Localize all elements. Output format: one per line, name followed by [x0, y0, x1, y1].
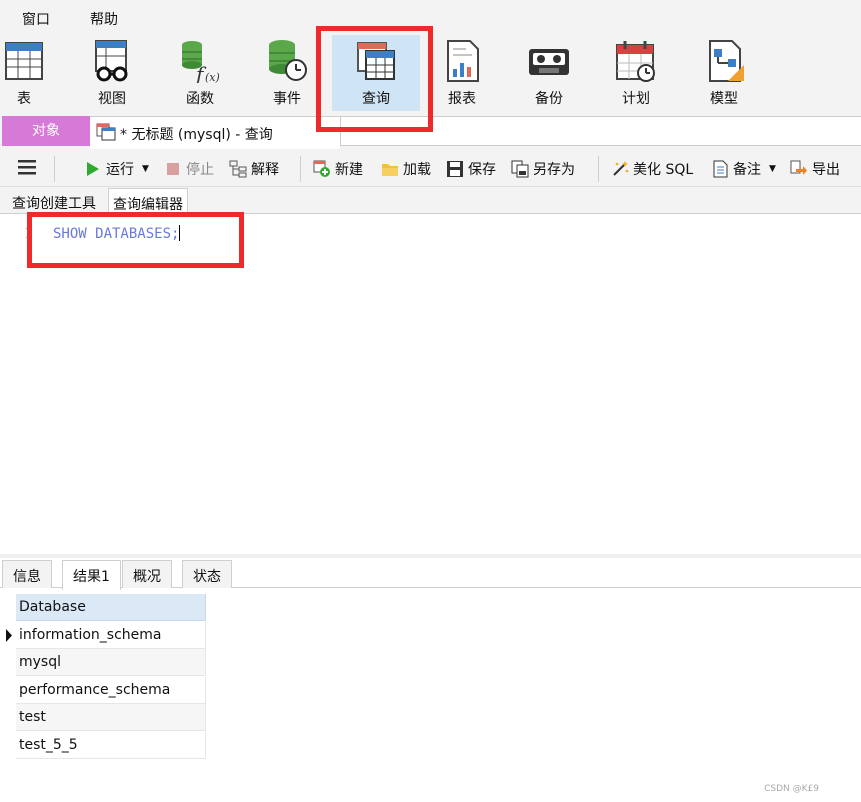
ribbon-label: 模型: [710, 91, 738, 107]
play-icon: [87, 162, 99, 176]
tab-query-builder[interactable]: 查询创建工具: [8, 188, 100, 214]
row-pointer-icon: [6, 629, 12, 642]
annotation-highlight-query: [316, 26, 433, 132]
table-row[interactable]: test_5_5: [4, 732, 206, 759]
save-as-icon: [511, 160, 529, 178]
chevron-down-icon[interactable]: ▼: [769, 164, 776, 174]
load-button[interactable]: 加载: [381, 159, 431, 179]
table-row[interactable]: performance_schema: [4, 677, 206, 704]
model-icon: [709, 40, 744, 82]
ribbon-schedule-button[interactable]: 计划: [596, 33, 676, 111]
query-toolbar: 运行 ▼ 停止 解释 新建 加载 保存 另存为 美化 SQL 备注 ▼ 导出: [0, 149, 861, 187]
annotation-highlight-sql: [27, 212, 244, 268]
report-icon: [447, 40, 479, 82]
table-cell[interactable]: information_schema: [16, 622, 206, 649]
save-as-button[interactable]: 另存为: [511, 159, 575, 179]
ribbon-label: 备份: [535, 91, 563, 107]
current-row-marker: [4, 622, 16, 649]
toolbar-separator: [598, 156, 599, 182]
event-icon: [269, 40, 307, 81]
schedule-icon: [616, 41, 655, 82]
table-cell[interactable]: performance_schema: [16, 677, 206, 704]
svg-text:(x): (x): [205, 71, 220, 83]
table-row[interactable]: information_schema: [4, 622, 206, 649]
ribbon-model-button[interactable]: 模型: [684, 33, 764, 111]
menu-window[interactable]: 窗口: [22, 9, 50, 29]
table-row[interactable]: mysql: [4, 649, 206, 676]
ribbon-label: 计划: [622, 91, 650, 107]
note-icon: [713, 160, 728, 178]
magic-wand-icon: [613, 161, 629, 176]
table-icon: [5, 42, 43, 80]
stop-button[interactable]: 停止: [164, 159, 214, 179]
ribbon-view-button[interactable]: 视图: [72, 33, 152, 111]
query-tab-title: * 无标题 (mysql) - 查询: [120, 127, 273, 143]
backup-icon: [529, 49, 569, 75]
tab-overview[interactable]: 概况: [122, 560, 172, 588]
folder-icon: [382, 164, 398, 176]
watermark: CSDN @K£9: [764, 784, 819, 794]
hamburger-icon: [18, 160, 36, 175]
export-label: 导出: [812, 162, 840, 178]
table-cell[interactable]: test: [16, 704, 206, 731]
table-row[interactable]: test: [4, 704, 206, 731]
view-icon: [95, 40, 128, 82]
tab-query-editor[interactable]: 查询编辑器: [108, 188, 188, 214]
save-label: 保存: [468, 162, 496, 178]
explain-label: 解释: [251, 162, 279, 178]
ribbon-event-button[interactable]: 事件: [247, 33, 327, 111]
toolbar-separator: [54, 156, 55, 182]
save-icon: [447, 161, 463, 177]
note-label: 备注: [733, 162, 761, 178]
ribbon-label: 函数: [186, 91, 214, 107]
tab-info[interactable]: 信息: [2, 560, 52, 588]
stop-icon: [167, 163, 179, 175]
export-button[interactable]: 导出: [790, 159, 840, 179]
tab-status[interactable]: 状态: [182, 560, 232, 588]
stop-label: 停止: [186, 162, 214, 178]
note-button[interactable]: 备注 ▼: [711, 159, 776, 179]
ribbon-function-button[interactable]: f (x) 函数: [160, 33, 240, 111]
ribbon-label: 报表: [448, 91, 476, 107]
ribbon-table-button[interactable]: 表: [0, 33, 64, 111]
editor-mode-tabs: 查询创建工具 查询编辑器: [0, 187, 861, 214]
function-icon: f (x): [182, 41, 220, 83]
run-button[interactable]: 运行 ▼: [84, 159, 149, 179]
column-header-database[interactable]: Database: [16, 594, 206, 621]
query-document-tab[interactable]: * 无标题 (mysql) - 查询: [90, 116, 340, 149]
table-cell[interactable]: test_5_5: [16, 732, 206, 759]
explain-button[interactable]: 解释: [229, 159, 279, 179]
ribbon-label: 视图: [98, 91, 126, 107]
grid-header-row: Database: [4, 594, 206, 621]
ribbon-report-button[interactable]: 报表: [422, 33, 502, 111]
save-button[interactable]: 保存: [446, 159, 496, 179]
ribbon-label: 事件: [273, 91, 301, 107]
explain-icon: [229, 160, 247, 178]
toolbar-separator: [300, 156, 301, 182]
ribbon-backup-button[interactable]: 备份: [509, 33, 589, 111]
export-icon: [790, 160, 807, 175]
hamburger-menu-button[interactable]: [18, 159, 36, 175]
query-tab-icon: [96, 123, 116, 141]
load-label: 加载: [403, 162, 431, 178]
new-button[interactable]: 新建: [313, 159, 363, 179]
save-as-label: 另存为: [533, 162, 575, 178]
new-label: 新建: [335, 162, 363, 178]
new-icon: [313, 160, 330, 177]
objects-tab[interactable]: 对象: [2, 116, 90, 146]
beautify-sql-label: 美化 SQL: [633, 162, 694, 178]
ribbon-label: 表: [17, 91, 31, 107]
beautify-sql-button[interactable]: 美化 SQL: [611, 159, 693, 179]
result-tabs: 信息 结果1 概况 状态: [0, 558, 861, 590]
table-cell[interactable]: mysql: [16, 649, 206, 676]
menu-help[interactable]: 帮助: [90, 9, 118, 29]
chevron-down-icon[interactable]: ▼: [142, 164, 149, 174]
tab-result1[interactable]: 结果1: [62, 560, 121, 590]
run-label: 运行: [106, 162, 134, 178]
